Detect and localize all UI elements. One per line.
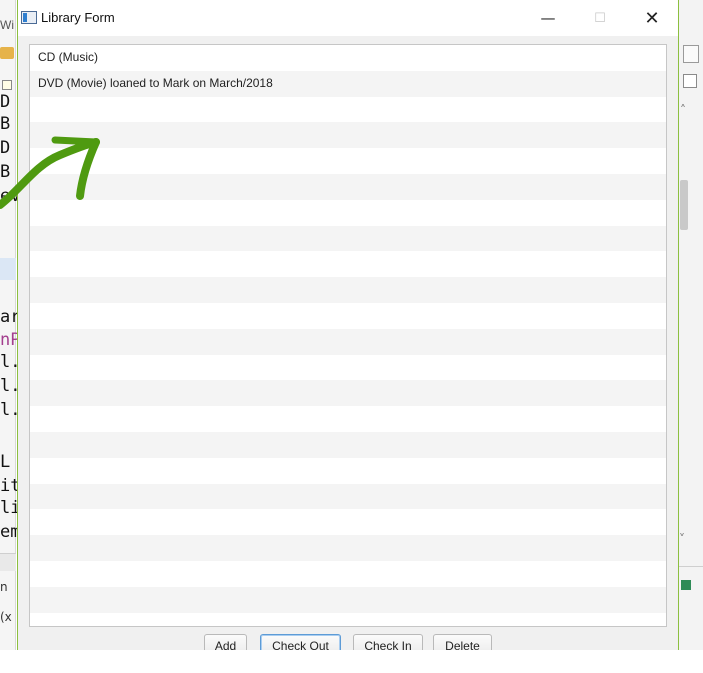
ide-vertical-scroll-thumb[interactable] <box>680 180 688 230</box>
ide-divider <box>678 566 703 567</box>
list-row-empty[interactable] <box>30 200 666 226</box>
ide-console-fragment-2: (x <box>0 610 12 624</box>
list-row-empty[interactable] <box>30 97 666 123</box>
check-out-button[interactable]: Check Out <box>260 634 341 650</box>
ide-right-strip <box>678 0 703 650</box>
window-title: Library Form <box>41 10 115 25</box>
ide-panel-icon[interactable] <box>683 45 699 63</box>
list-row-empty[interactable] <box>30 355 666 381</box>
list-row-empty[interactable] <box>30 148 666 174</box>
minimize-button[interactable]: — <box>532 6 564 30</box>
list-row-empty[interactable] <box>30 509 666 535</box>
maximize-button[interactable]: ☐ <box>584 6 616 30</box>
list-row-empty[interactable] <box>30 173 666 200</box>
ide-code-fragment: L <box>0 452 11 472</box>
list-row-empty[interactable] <box>30 406 666 432</box>
list-row-empty[interactable] <box>30 561 666 587</box>
list-row-empty[interactable] <box>30 225 666 252</box>
ide-restore-icon[interactable] <box>683 74 697 88</box>
ide-scroll-down-icon[interactable]: ˅ <box>679 532 685 546</box>
ide-console-fragment: n <box>0 580 8 594</box>
ide-selected-line <box>0 258 16 280</box>
list-row-empty[interactable] <box>30 122 666 149</box>
delete-button[interactable]: Delete <box>433 634 492 650</box>
title-bar[interactable]: Library Form — ☐ ✕ <box>18 0 678 36</box>
close-button[interactable]: ✕ <box>636 6 668 30</box>
list-item[interactable]: CD (Music) <box>30 45 666 71</box>
ide-run-icon[interactable] <box>681 580 691 590</box>
ide-code-fragment: B <box>0 162 11 182</box>
ide-scroll-up-icon[interactable]: ˄ <box>680 103 686 117</box>
library-form-window: Library Form — ☐ ✕ CD (Music) DVD (Movie)… <box>17 0 679 650</box>
list-row-empty[interactable] <box>30 328 666 355</box>
ide-code-fragment: D <box>0 138 11 158</box>
list-row-empty[interactable] <box>30 458 666 484</box>
library-items-list[interactable]: CD (Music) DVD (Movie) loaned to Mark on … <box>29 44 667 627</box>
ide-code-fragment: B <box>0 114 11 134</box>
check-in-button[interactable]: Check In <box>353 634 423 650</box>
button-bar: Add Check Out Check In Delete <box>18 634 680 650</box>
ide-title-fragment: Wi <box>0 18 14 32</box>
below-window-area <box>0 650 703 673</box>
list-row-empty[interactable] <box>30 303 666 329</box>
list-row-empty[interactable] <box>30 251 666 277</box>
list-row-empty[interactable] <box>30 431 666 458</box>
ide-code-fragment: D <box>0 92 11 112</box>
add-button[interactable]: Add <box>204 634 247 650</box>
ide-horizontal-scrollbar[interactable] <box>0 553 16 571</box>
app-window-icon <box>21 11 37 24</box>
list-row-empty[interactable] <box>30 380 666 407</box>
list-row-empty[interactable] <box>30 277 666 303</box>
ide-file-icon[interactable] <box>2 80 12 90</box>
list-item[interactable]: DVD (Movie) loaned to Mark on March/2018 <box>30 70 666 97</box>
list-row-empty[interactable] <box>30 483 666 510</box>
list-row-empty[interactable] <box>30 586 666 613</box>
list-row-empty[interactable] <box>30 535 666 561</box>
ide-toolbar-icon[interactable] <box>0 47 14 59</box>
list-row-empty[interactable] <box>30 613 666 626</box>
